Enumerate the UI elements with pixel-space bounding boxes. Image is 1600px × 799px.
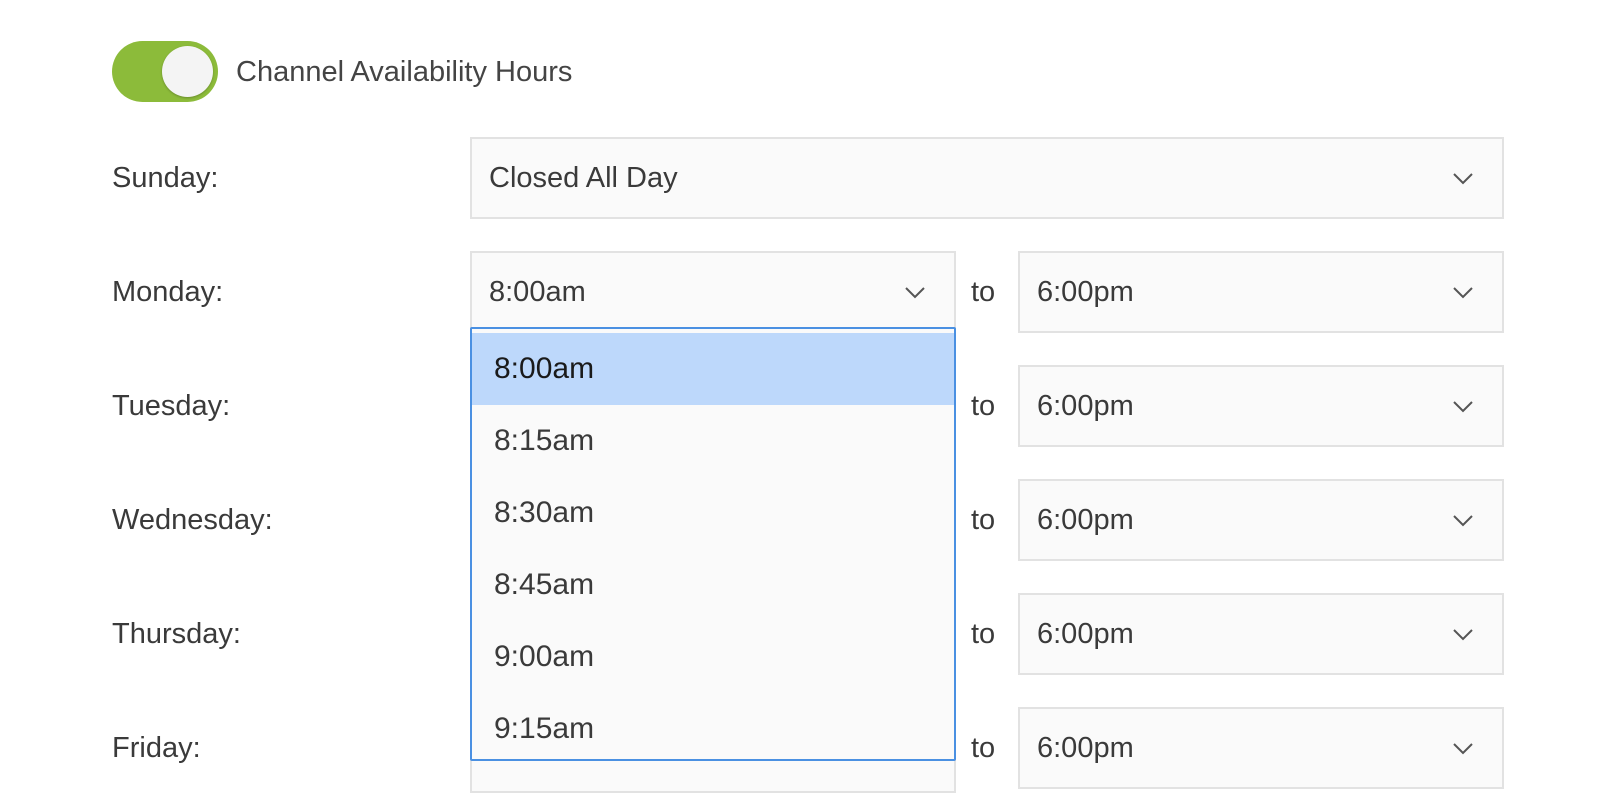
to-label: to [971,390,996,422]
dropdown-option[interactable]: 8:30am [472,477,954,549]
monday-start-select[interactable]: 8:00am [470,251,956,333]
thursday-end-select[interactable]: 6:00pm [1018,593,1504,675]
select-value: 8:00am [489,276,586,308]
day-label-wednesday: Wednesday: [112,504,273,536]
select-value: 6:00pm [1037,390,1134,422]
select-value: 6:00pm [1037,276,1134,308]
toggle-knob [162,46,213,97]
friday-end-select[interactable]: 6:00pm [1018,707,1504,789]
dropdown-option[interactable]: 9:15am [472,693,954,759]
chevron-down-icon [1452,737,1474,759]
dropdown-option[interactable]: 8:15am [472,405,954,477]
chevron-down-icon [904,281,926,303]
availability-toggle-label: Channel Availability Hours [236,56,573,88]
dropdown-option[interactable]: 8:45am [472,549,954,621]
select-value: 6:00pm [1037,732,1134,764]
day-label-tuesday: Tuesday: [112,390,231,422]
chevron-down-icon [1452,167,1474,189]
to-label: to [971,276,996,308]
dropdown-option[interactable]: 8:00am [472,333,954,405]
to-label: to [971,504,996,536]
availability-toggle[interactable] [112,41,218,102]
day-label-sunday: Sunday: [112,162,219,194]
chevron-down-icon [1452,509,1474,531]
day-label-friday: Friday: [112,732,201,764]
select-value: Closed All Day [489,162,678,194]
monday-end-select[interactable]: 6:00pm [1018,251,1504,333]
to-label: to [971,618,996,650]
select-value: 6:00pm [1037,618,1134,650]
select-value: 6:00pm [1037,504,1134,536]
chevron-down-icon [1452,623,1474,645]
wednesday-end-select[interactable]: 6:00pm [1018,479,1504,561]
sunday-hours-select[interactable]: Closed All Day [470,137,1504,219]
chevron-down-icon [1452,395,1474,417]
to-label: to [971,732,996,764]
day-label-thursday: Thursday: [112,618,241,650]
tuesday-end-select[interactable]: 6:00pm [1018,365,1504,447]
monday-start-dropdown-list[interactable]: 8:00am 8:15am 8:30am 8:45am 9:00am 9:15a… [470,327,956,761]
dropdown-option[interactable]: 9:00am [472,621,954,693]
chevron-down-icon [1452,281,1474,303]
day-label-monday: Monday: [112,276,224,308]
